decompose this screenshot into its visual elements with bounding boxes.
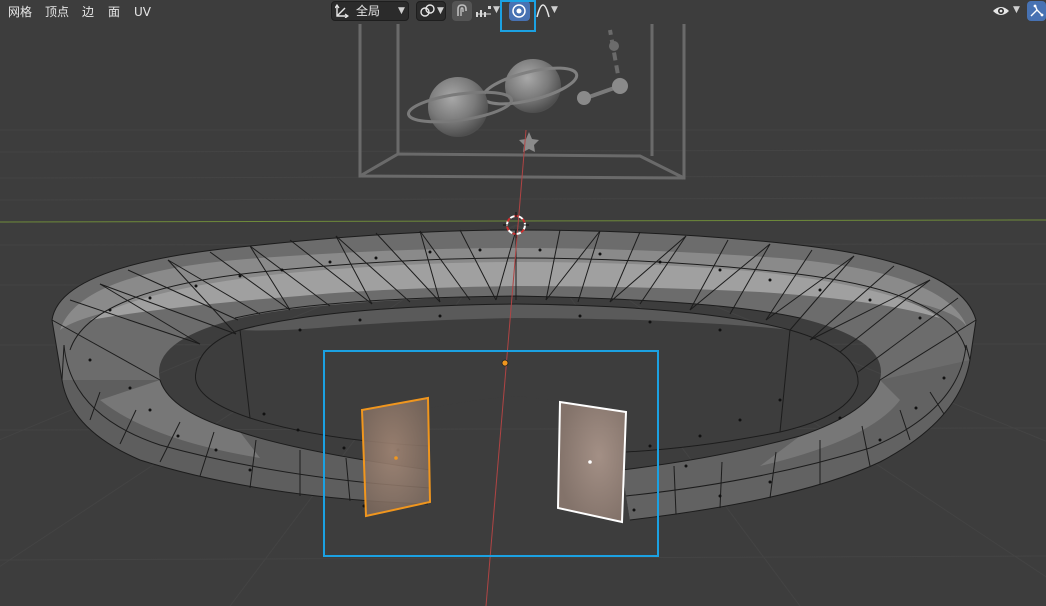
menu-uv[interactable]: UV — [130, 3, 155, 21]
gizmo-toggle[interactable] — [1027, 1, 1046, 21]
proportional-circle-icon — [512, 4, 526, 18]
chevron-down-icon: ▼ — [437, 6, 444, 16]
chevron-down-icon: ▼ — [1013, 5, 1020, 15]
transform-orientation-dropdown[interactable]: 全局 ▼ — [331, 1, 409, 21]
object-visibility-dropdown[interactable]: ▼ — [990, 1, 1024, 21]
menu-edge[interactable]: 边 — [78, 3, 98, 21]
falloff-curve-icon — [536, 4, 550, 18]
snap-toggle[interactable] — [452, 1, 472, 21]
visibility-eye-icon — [993, 7, 1009, 15]
pivot-point-dropdown[interactable]: ▼ — [416, 1, 446, 21]
chevron-down-icon: ▼ — [551, 5, 558, 15]
selected-face-left[interactable] — [360, 396, 432, 518]
viewport-header: 网格 顶点 边 面 UV 全局 ▼ ▼ ▼ ▼ ▼ — [0, 0, 1046, 32]
proportional-editing-icon — [457, 4, 467, 16]
snap-icon — [420, 4, 435, 17]
menu-face[interactable]: 面 — [104, 3, 124, 21]
snap-increment-icon — [476, 6, 491, 17]
chevron-down-icon: ▼ — [398, 6, 405, 16]
active-face-right[interactable] — [556, 400, 628, 524]
object-origin — [501, 359, 509, 367]
menu-vertex[interactable]: 顶点 — [41, 3, 73, 21]
snap-element-dropdown[interactable]: ▼ — [474, 1, 502, 21]
gizmo-icon — [1030, 4, 1044, 17]
transform-pivot-icon — [335, 4, 349, 18]
menu-mesh[interactable]: 网格 — [4, 3, 36, 21]
3d-viewport[interactable]: 网格 顶点 边 面 UV 全局 ▼ ▼ ▼ ▼ ▼ — [0, 0, 1046, 606]
case-decor — [406, 29, 628, 152]
proportional-editing-toggle[interactable] — [509, 1, 530, 21]
transform-orientation-label: 全局 — [356, 4, 381, 18]
chevron-down-icon: ▼ — [493, 5, 500, 15]
proportional-falloff-dropdown[interactable]: ▼ — [534, 1, 562, 21]
viewport-scene[interactable] — [0, 0, 1046, 606]
